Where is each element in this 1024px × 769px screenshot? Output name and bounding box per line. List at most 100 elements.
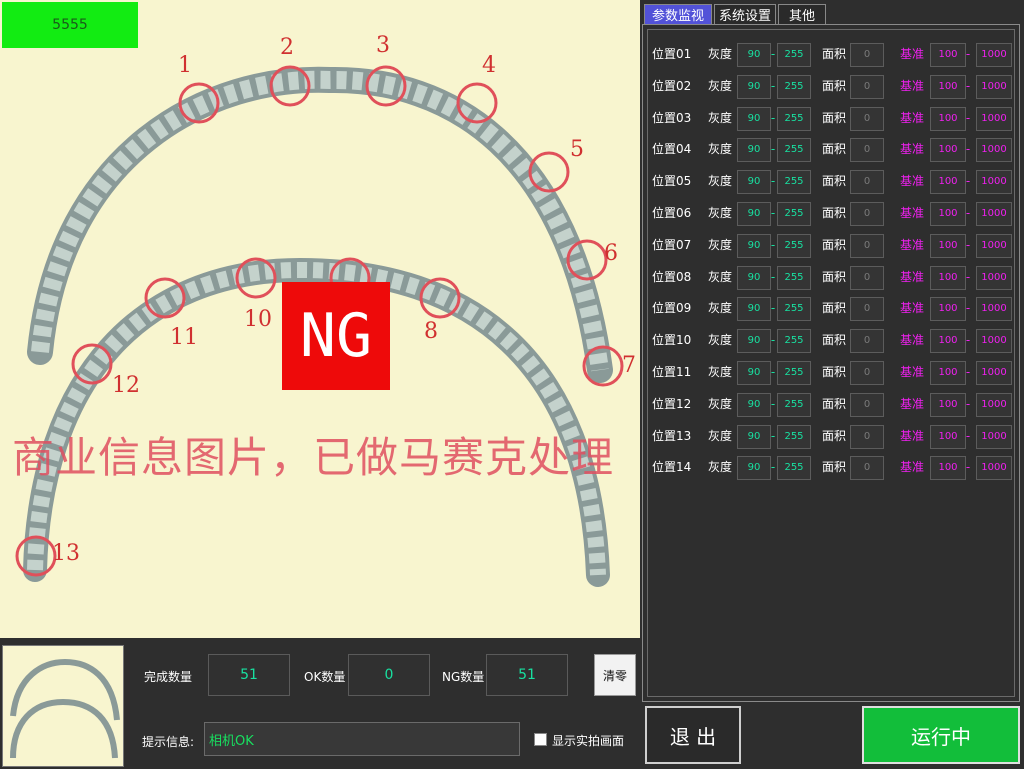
area-field[interactable]: 0 — [850, 392, 884, 417]
base-min-field[interactable]: 100 — [930, 392, 966, 417]
gray-label: 灰度 — [708, 47, 733, 61]
base-max-field[interactable]: 1000 — [976, 170, 1012, 195]
gray-max-field[interactable]: 255 — [777, 297, 811, 322]
gray-min-field[interactable]: 90 — [737, 202, 771, 226]
position-name: 位置12 — [652, 396, 692, 411]
gray-min-field[interactable]: 90 — [737, 170, 771, 195]
gray-max-field[interactable]: 255 — [777, 392, 811, 417]
base-min-field[interactable]: 100 — [930, 456, 966, 481]
gray-min-field[interactable]: 90 — [737, 329, 771, 354]
gray-max-field[interactable]: 255 — [777, 361, 811, 385]
base-min-field[interactable]: 100 — [930, 233, 966, 258]
tab-param-monitor[interactable]: 参数监视 — [644, 4, 712, 24]
range-dash: - — [965, 206, 971, 220]
position-name: 位置07 — [652, 237, 692, 252]
base-min-field[interactable]: 100 — [930, 43, 966, 67]
gray-label: 灰度 — [708, 269, 733, 284]
base-max-field[interactable]: 1000 — [976, 297, 1012, 322]
gray-max-field[interactable]: 255 — [777, 138, 811, 163]
area-field[interactable]: 0 — [850, 297, 884, 322]
gray-min-field[interactable]: 90 — [737, 424, 771, 449]
gray-min-field[interactable]: 90 — [737, 265, 771, 290]
clear-button[interactable]: 清零 — [594, 654, 636, 696]
area-field[interactable]: 0 — [850, 106, 884, 131]
base-min-field[interactable]: 100 — [930, 202, 966, 226]
base-min-field[interactable]: 100 — [930, 106, 966, 131]
gray-max-field[interactable]: 255 — [777, 106, 811, 131]
point-label: 8 — [424, 319, 438, 344]
area-field[interactable]: 0 — [850, 265, 884, 290]
gray-max-field[interactable]: 255 — [777, 233, 811, 258]
base-min-field[interactable]: 100 — [930, 297, 966, 322]
area-field[interactable]: 0 — [850, 138, 884, 163]
gray-max-field[interactable]: 255 — [777, 170, 811, 195]
area-field[interactable]: 0 — [850, 43, 884, 67]
base-min-field[interactable]: 100 — [930, 170, 966, 195]
range-dash: - — [770, 206, 776, 220]
area-field[interactable]: 0 — [850, 202, 884, 226]
gray-min-field[interactable]: 90 — [737, 392, 771, 417]
param-table: 位置01 灰度 90-255 面积 0 基准 100-1000 位置02 灰度 90-255 面积 0… — [647, 29, 1015, 697]
base-max-field[interactable]: 1000 — [976, 138, 1012, 163]
base-min-field[interactable]: 100 — [930, 329, 966, 354]
base-min-field[interactable]: 100 — [930, 74, 966, 99]
param-row: 位置14 灰度 90-255 面积 0 基准 100-1000 — [648, 455, 1014, 481]
area-label: 面积 — [822, 47, 847, 61]
gray-min-field[interactable]: 90 — [737, 361, 771, 385]
tab-other[interactable]: 其他 — [778, 4, 826, 24]
base-max-field[interactable]: 1000 — [976, 106, 1012, 131]
complete-count-label: 完成数量 — [144, 670, 193, 684]
gray-max-field[interactable]: 255 — [777, 43, 811, 67]
gray-max-field[interactable]: 255 — [777, 74, 811, 99]
area-field[interactable]: 0 — [850, 424, 884, 449]
gray-max-field[interactable]: 255 — [777, 456, 811, 481]
thumbnail-preview[interactable] — [2, 645, 124, 767]
base-max-field[interactable]: 1000 — [976, 265, 1012, 290]
param-row: 位置13 灰度 90-255 面积 0 基准 100-1000 — [648, 424, 1014, 449]
area-field[interactable]: 0 — [850, 361, 884, 385]
gray-label: 灰度 — [708, 396, 733, 411]
gray-max-field[interactable]: 255 — [777, 265, 811, 290]
base-max-field[interactable]: 1000 — [976, 74, 1012, 99]
exit-button[interactable]: 退 出 — [645, 706, 741, 764]
base-min-field[interactable]: 100 — [930, 138, 966, 163]
base-label: 基准 — [900, 460, 925, 475]
gray-min-field[interactable]: 90 — [737, 233, 771, 258]
point-label: 7 — [622, 353, 636, 378]
result-badge: NG — [282, 282, 390, 390]
gray-min-field[interactable]: 90 — [737, 297, 771, 322]
run-button[interactable]: 运行中 — [862, 706, 1020, 764]
area-field[interactable]: 0 — [850, 74, 884, 99]
base-label: 基准 — [900, 365, 925, 379]
gray-min-field[interactable]: 90 — [737, 43, 771, 67]
base-max-field[interactable]: 1000 — [976, 392, 1012, 417]
base-max-field[interactable]: 1000 — [976, 202, 1012, 226]
area-field[interactable]: 0 — [850, 233, 884, 258]
base-max-field[interactable]: 1000 — [976, 329, 1012, 354]
gray-min-field[interactable]: 90 — [737, 138, 771, 163]
area-field[interactable]: 0 — [850, 329, 884, 354]
base-min-field[interactable]: 100 — [930, 265, 966, 290]
gray-label: 灰度 — [708, 78, 733, 93]
area-field[interactable]: 0 — [850, 170, 884, 195]
gray-max-field[interactable]: 255 — [777, 202, 811, 226]
base-min-field[interactable]: 100 — [930, 424, 966, 449]
gray-min-field[interactable]: 90 — [737, 106, 771, 131]
base-max-field[interactable]: 1000 — [976, 233, 1012, 258]
gray-min-field[interactable]: 90 — [737, 456, 771, 481]
gray-label: 灰度 — [708, 301, 733, 316]
gray-max-field[interactable]: 255 — [777, 329, 811, 354]
base-max-field[interactable]: 1000 — [976, 43, 1012, 67]
area-label: 面积 — [822, 110, 847, 125]
gray-min-field[interactable]: 90 — [737, 74, 771, 99]
position-name: 位置04 — [652, 142, 692, 157]
base-max-field[interactable]: 1000 — [976, 456, 1012, 481]
area-field[interactable]: 0 — [850, 456, 884, 481]
base-max-field[interactable]: 1000 — [976, 361, 1012, 385]
param-row: 位置02 灰度 90-255 面积 0 基准 100-1000 — [648, 74, 1014, 99]
base-min-field[interactable]: 100 — [930, 361, 966, 385]
base-max-field[interactable]: 1000 — [976, 424, 1012, 449]
show-live-checkbox[interactable] — [534, 733, 547, 746]
tab-system-settings[interactable]: 系统设置 — [714, 4, 776, 24]
gray-max-field[interactable]: 255 — [777, 424, 811, 449]
